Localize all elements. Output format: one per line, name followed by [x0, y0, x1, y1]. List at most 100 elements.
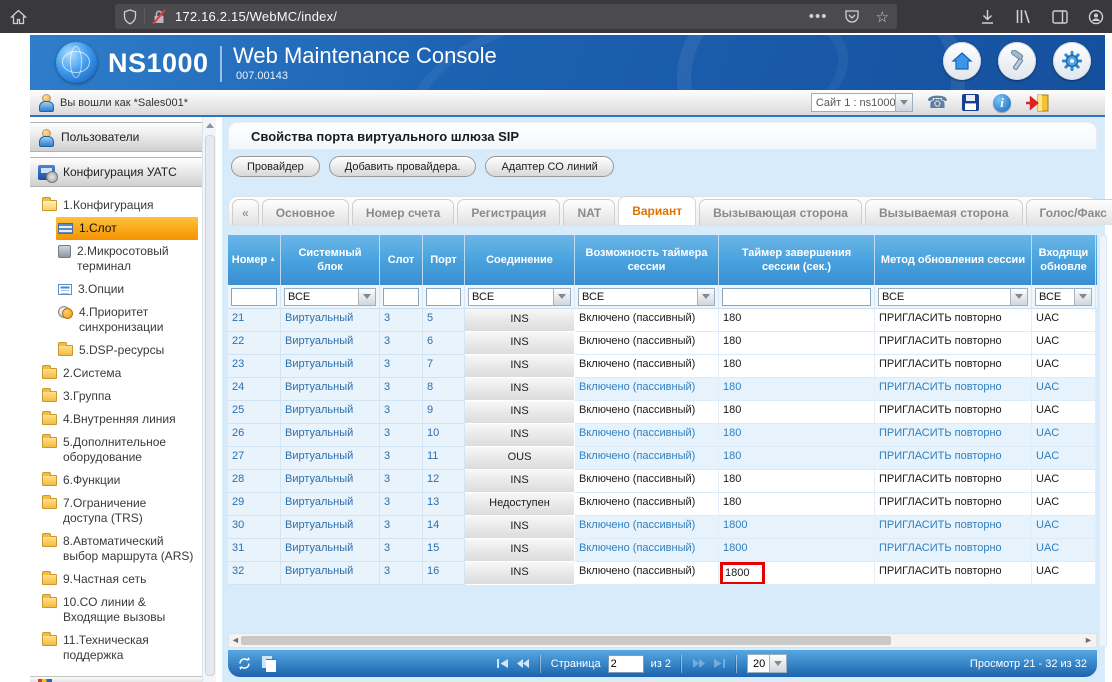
cell-session-expire-timer[interactable]: 1800: [719, 539, 875, 562]
cell-inbound-refresh[interactable]: UAC: [1032, 539, 1096, 562]
chevron-down-icon[interactable]: [553, 289, 570, 305]
last-page-icon[interactable]: [713, 658, 726, 669]
cell-number[interactable]: 25: [228, 401, 281, 424]
refresh-icon[interactable]: [237, 656, 252, 671]
sidebar-item-10[interactable]: 5.Дополнительное оборудование: [40, 431, 198, 469]
cell-system-block[interactable]: Виртуальный: [281, 516, 380, 539]
sidebar-item-6[interactable]: 5.DSP-ресурсы: [56, 339, 198, 362]
cell-slot[interactable]: 3: [380, 424, 423, 447]
cell-session-timer-capability[interactable]: Включено (пассивный): [575, 309, 719, 332]
scroll-up-icon[interactable]: [204, 119, 216, 132]
cell-inbound-refresh[interactable]: UAC: [1032, 309, 1096, 332]
logout-icon[interactable]: [1025, 94, 1049, 112]
address-bar[interactable]: 172.16.2.15/WebMC/index/ ••• ☆: [115, 4, 897, 29]
sidebar-item-11[interactable]: 6.Функции: [40, 469, 198, 492]
cell-inbound-refresh[interactable]: UAC: [1032, 401, 1096, 424]
cell-system-block[interactable]: Виртуальный: [281, 447, 380, 470]
cell-system-block[interactable]: Виртуальный: [281, 493, 380, 516]
chevron-down-icon[interactable]: [358, 289, 375, 305]
cell-slot[interactable]: 3: [380, 309, 423, 332]
cell-system-block[interactable]: Виртуальный: [281, 470, 380, 493]
sidebar-item-14[interactable]: 9.Частная сеть: [40, 568, 198, 591]
cell-inbound-refresh[interactable]: UAC: [1032, 493, 1096, 516]
action-button-2[interactable]: Добавить провайдера.: [329, 156, 477, 177]
cell-number[interactable]: 24: [228, 378, 281, 401]
cell-number[interactable]: 28: [228, 470, 281, 493]
multi-page-view-icon[interactable]: [262, 656, 277, 672]
horizontal-scrollbar-thumb[interactable]: [241, 636, 891, 645]
sidebar-bottom-section[interactable]: [30, 676, 202, 682]
cell-inbound-refresh[interactable]: UAC: [1032, 424, 1096, 447]
page-actions-icon[interactable]: •••: [809, 8, 828, 25]
sidebar-item-13[interactable]: 8.Автоматический выбор маршрута (ARS): [40, 530, 198, 568]
cell-session-timer-capability[interactable]: Включено (пассивный): [575, 562, 719, 585]
column-header-2[interactable]: Системный блок: [281, 235, 380, 285]
cell-session-expire-timer[interactable]: 180: [719, 470, 875, 493]
bookmark-star-icon[interactable]: ☆: [876, 8, 889, 26]
cell-session-timer-capability[interactable]: Включено (пассивный): [575, 355, 719, 378]
tab-6[interactable]: Вариант: [618, 196, 696, 225]
cell-session-timer-capability[interactable]: Включено (пассивный): [575, 447, 719, 470]
filter-select-9[interactable]: ВСЕ: [1035, 288, 1092, 306]
sidebar-item-16[interactable]: 11.Техническая поддержка: [40, 629, 198, 667]
tab-5[interactable]: NAT: [563, 199, 615, 225]
cell-slot[interactable]: 3: [380, 470, 423, 493]
cell-port[interactable]: 6: [423, 332, 465, 355]
cell-slot[interactable]: 3: [380, 539, 423, 562]
next-page-icon[interactable]: [692, 658, 706, 669]
sidebar-item-1[interactable]: 1.Конфигурация: [40, 194, 198, 217]
cell-session-timer-capability[interactable]: Включено (пассивный): [575, 424, 719, 447]
cell-port[interactable]: 11: [423, 447, 465, 470]
tab-4[interactable]: Регистрация: [457, 199, 560, 225]
cell-port[interactable]: 5: [423, 309, 465, 332]
cell-session-refresh-method[interactable]: ПРИГЛАСИТЬ повторно: [875, 516, 1032, 539]
cell-slot[interactable]: 3: [380, 332, 423, 355]
cell-port[interactable]: 9: [423, 401, 465, 424]
cell-session-refresh-method[interactable]: ПРИГЛАСИТЬ повторно: [875, 493, 1032, 516]
library-icon[interactable]: [1015, 9, 1032, 24]
filter-input-1[interactable]: [231, 288, 277, 306]
action-button-1[interactable]: Провайдер: [231, 156, 320, 177]
cell-session-expire-timer[interactable]: 180: [719, 378, 875, 401]
sidebar-scrollbar[interactable]: [202, 117, 216, 682]
page-number-input[interactable]: [608, 655, 644, 673]
cell-session-timer-capability[interactable]: Включено (пассивный): [575, 378, 719, 401]
tracking-shield-icon[interactable]: [123, 9, 137, 25]
cell-session-refresh-method[interactable]: ПРИГЛАСИТЬ повторно: [875, 470, 1032, 493]
first-page-icon[interactable]: [496, 658, 509, 669]
cell-session-refresh-method[interactable]: ПРИГЛАСИТЬ повторно: [875, 401, 1032, 424]
column-header-4[interactable]: Порт: [423, 235, 465, 285]
site-select[interactable]: Сайт 1 : ns1000.: [811, 93, 913, 112]
cell-number[interactable]: 22: [228, 332, 281, 355]
cell-session-expire-timer[interactable]: 180: [719, 424, 875, 447]
cell-system-block[interactable]: Виртуальный: [281, 332, 380, 355]
tools-button[interactable]: [998, 42, 1036, 80]
cell-session-refresh-method[interactable]: ПРИГЛАСИТЬ повторно: [875, 539, 1032, 562]
filter-select-5[interactable]: ВСЕ: [468, 288, 571, 306]
phone-icon[interactable]: ☎: [927, 94, 948, 111]
sidebar-scrollbar-thumb[interactable]: [205, 135, 215, 676]
cell-session-refresh-method[interactable]: ПРИГЛАСИТЬ повторно: [875, 355, 1032, 378]
cell-port[interactable]: 12: [423, 470, 465, 493]
cell-slot[interactable]: 3: [380, 562, 423, 585]
cell-inbound-refresh[interactable]: UAC: [1032, 562, 1096, 585]
column-header-1[interactable]: Номер▲: [228, 235, 281, 285]
cell-session-expire-timer[interactable]: 1800: [719, 562, 875, 585]
chevron-down-icon[interactable]: [895, 94, 912, 111]
cell-number[interactable]: 31: [228, 539, 281, 562]
cell-number[interactable]: 27: [228, 447, 281, 470]
action-button-3[interactable]: Адаптер СО линий: [485, 156, 613, 177]
sidebar-item-3[interactable]: 2.Микросотовый терминал: [56, 240, 198, 278]
column-header-6[interactable]: Возможность таймера сессии: [575, 235, 719, 285]
sidebar-item-2[interactable]: 1.Слот: [56, 217, 198, 240]
sidebar-item-5[interactable]: 4.Приоритет синхронизации: [56, 301, 198, 339]
cell-number[interactable]: 21: [228, 309, 281, 332]
cell-session-refresh-method[interactable]: ПРИГЛАСИТЬ повторно: [875, 447, 1032, 470]
cell-session-expire-timer[interactable]: 1800: [719, 516, 875, 539]
sidebar-item-8[interactable]: 3.Группа: [40, 385, 198, 408]
cell-port[interactable]: 7: [423, 355, 465, 378]
sidebar-item-7[interactable]: 2.Система: [40, 362, 198, 385]
sidebar-item-9[interactable]: 4.Внутренняя линия: [40, 408, 198, 431]
cell-system-block[interactable]: Виртуальный: [281, 424, 380, 447]
cell-system-block[interactable]: Виртуальный: [281, 401, 380, 424]
